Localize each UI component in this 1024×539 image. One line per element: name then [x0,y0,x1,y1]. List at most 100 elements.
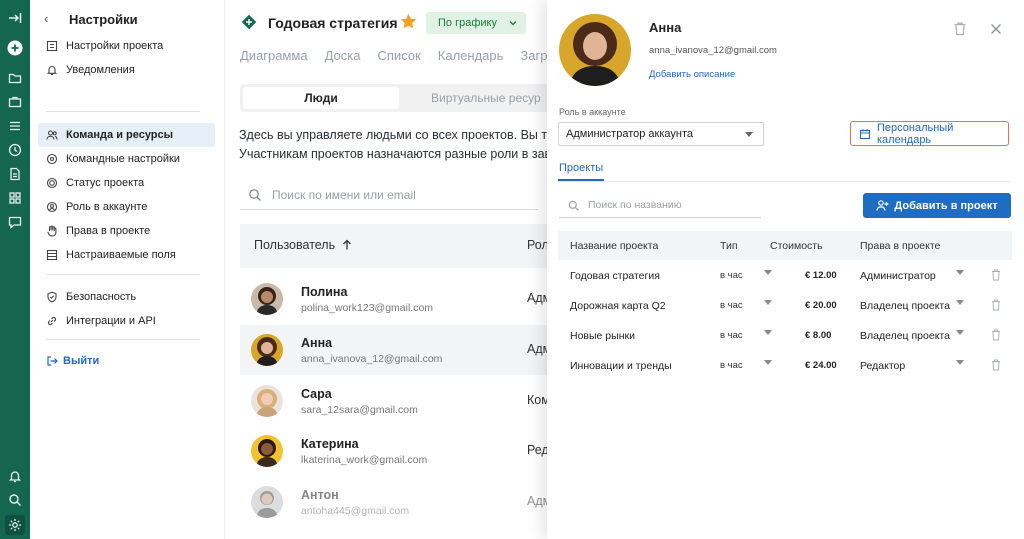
collapse-icon[interactable] [7,10,23,26]
trash-icon[interactable] [991,269,1001,281]
tab-board[interactable]: Доска [325,48,361,63]
table-row[interactable]: Анна anna_ivanova_12@gmail.com Адм [240,325,556,375]
sort-arrow-up-icon [341,239,353,251]
user-detail-panel: Анна anna_ivanova_12@gmail.com Добавить … [547,0,1024,539]
clock-icon[interactable] [7,142,23,158]
settings-sidebar: ‹ Настройки Настройки проекта Уведомлени… [30,0,225,539]
project-rights-select[interactable]: Владелец проекта [860,300,950,312]
sidebar-item-label: Безопасность [66,291,137,303]
table-row[interactable]: Полина polina_work123@gmail.com Адм [240,274,556,324]
column-rights: Права в проекте [860,240,941,252]
logout-button[interactable]: Выйти [46,355,99,367]
logout-icon [46,355,58,367]
trash-icon[interactable] [953,21,967,36]
sidebar-item-team[interactable]: Команда и ресурсы [38,123,215,147]
project-cost[interactable]: € 12.00 [805,270,837,281]
tab-workload[interactable]: Загр [520,48,547,63]
avatar [251,334,283,366]
sidebar-item-account-role[interactable]: Роль в аккаунте [38,195,215,219]
caret-down-icon [764,270,772,275]
close-icon[interactable] [990,23,1002,35]
status-dropdown[interactable]: По графику [426,12,526,34]
chat-icon[interactable] [7,214,23,230]
star-icon[interactable] [400,13,417,30]
rate-type-select[interactable]: в час [720,330,743,341]
tab-projects[interactable]: Проекты [559,162,603,174]
segment-virtual-resources[interactable]: Виртуальные ресур [431,91,541,105]
back-chevron-icon[interactable]: ‹ [44,11,48,26]
project-rights-select[interactable]: Владелец проекта [860,330,950,342]
rate-type-select[interactable]: в час [720,300,743,311]
sidebar-item-integrations[interactable]: Интеграции и API [38,309,215,333]
table-row[interactable]: Катерина lkaterina_work@gmail.com Ред [240,426,556,476]
account-role-select[interactable]: Администратор аккаунта [558,122,764,146]
user-email: polina_work123@gmail.com [301,302,434,314]
tab-calendar[interactable]: Календарь [438,48,504,63]
integrations-icon [46,315,58,327]
tab-list[interactable]: Список [378,48,421,63]
folder-icon[interactable] [7,70,23,86]
role-icon [46,201,58,213]
user-email: lkaterina_work@gmail.com [301,454,428,466]
add-user-icon [876,199,889,212]
role-label: Роль в аккаунте [559,107,626,117]
rate-type-select[interactable]: в час [720,270,743,281]
document-icon[interactable] [7,166,23,182]
sidebar-item-label: Права в проекте [66,225,151,237]
trash-icon[interactable] [991,359,1001,371]
project-cost[interactable]: € 20.00 [805,300,837,311]
sidebar-item-team-settings[interactable]: Командные настройки [38,147,215,171]
add-to-project-button[interactable]: Добавить в проект [863,193,1011,218]
people-table-header: Пользователь Рол [240,224,556,268]
column-user[interactable]: Пользователь [254,238,353,252]
resource-segment-control: Люди Виртуальные ресур [240,84,556,112]
add-icon[interactable] [7,40,23,56]
table-row: Инновации и тренды в час € 24.00 Редакто… [558,351,1012,381]
project-rights-select[interactable]: Администратор [860,270,936,282]
project-cost[interactable]: € 24.00 [805,360,837,371]
bell-icon[interactable] [7,468,23,484]
sidebar-item-label: Интеграции и API [66,315,156,327]
segment-people[interactable]: Люди [243,87,399,109]
sidebar-item-project-settings[interactable]: Настройки проекта [38,34,215,58]
team-icon [46,129,58,141]
logout-label: Выйти [63,355,100,367]
sidebar-item-security[interactable]: Безопасность [38,285,215,309]
tab-gantt[interactable]: Диаграмма [240,48,308,63]
add-description-link[interactable]: Добавить описание [649,69,735,80]
caret-down-icon [764,300,772,305]
grid-icon[interactable] [7,190,23,206]
table-row[interactable]: Антон antoha445@gmail.com Адм [240,477,556,527]
project-search-input[interactable]: Поиск по названию [559,193,761,218]
rate-type-select[interactable]: в час [720,360,743,371]
gear-icon[interactable] [5,515,25,535]
project-rights-select[interactable]: Редактор [860,360,905,372]
caret-down-icon [956,330,964,335]
sidebar-item-label: Командные настройки [66,153,180,165]
briefcase-icon[interactable] [7,94,23,110]
column-role[interactable]: Рол [527,238,549,252]
trash-icon[interactable] [991,329,1001,341]
search-placeholder: Поиск по имени или email [272,187,416,202]
list-icon[interactable] [7,118,23,134]
user-name: Антон [301,488,339,502]
people-search-input[interactable]: Поиск по имени или email [240,180,538,210]
project-cost[interactable]: € 8.00 [805,330,831,341]
table-row: Годовая стратегия в час € 12.00 Админист… [558,261,1012,291]
sidebar-item-notifications[interactable]: Уведомления [38,58,215,82]
search-icon[interactable] [7,492,23,508]
table-row[interactable]: Сара sara_12sara@gmail.com Ком [240,376,556,426]
search-icon [568,200,579,211]
sidebar-item-custom-fields[interactable]: Настраиваемые поля [38,243,215,267]
user-name: Сара [301,387,332,401]
sidebar-item-project-status[interactable]: Статус проекта [38,171,215,195]
team-settings-icon [46,153,58,165]
bell-icon [46,64,58,76]
trash-icon[interactable] [991,299,1001,311]
personal-calendar-button[interactable]: Персональный календарь [850,121,1009,146]
user-name: Полина [301,285,348,299]
divider [46,111,200,112]
sidebar-item-project-rights[interactable]: Права в проекте [38,219,215,243]
project-name: Дорожная карта Q2 [570,300,666,312]
description-line: Участникам проектов назначаются разные р… [239,147,552,161]
